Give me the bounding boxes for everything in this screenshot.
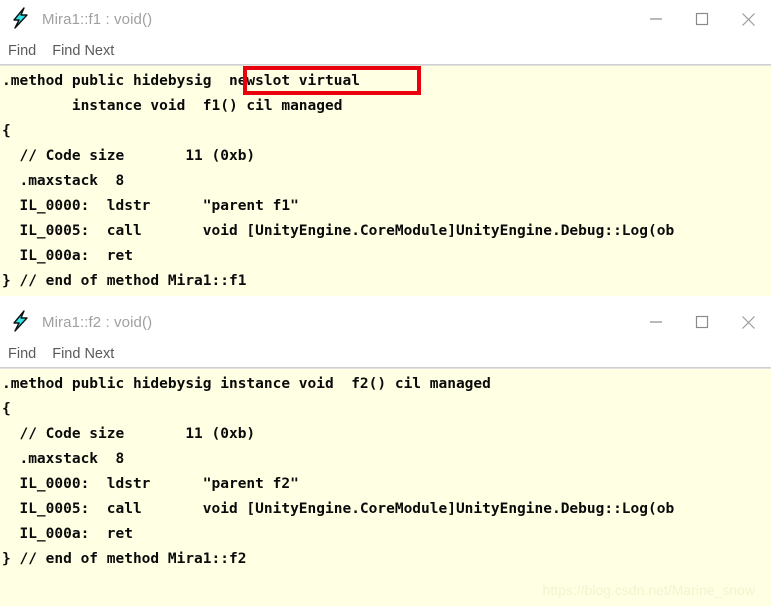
code-line: // Code size 11 (0xb) [2, 148, 256, 164]
code-line: IL_0000: ldstr "parent f2" [2, 476, 299, 492]
lightning-bolt-icon [10, 310, 40, 334]
code-line: IL_0005: call void [UnityEngine.CoreModu… [2, 223, 675, 239]
titlebar-f2[interactable]: Mira1::f2 : void() [0, 303, 771, 341]
code-line: instance void f1() cil managed [2, 98, 343, 114]
code-view-f2[interactable]: .method public hidebysig instance void f… [0, 369, 771, 606]
code-line: IL_0000: ldstr "parent f1" [2, 198, 299, 214]
code-line: IL_000a: ret [2, 248, 133, 264]
menu-item-find-next[interactable]: Find Next [52, 346, 114, 362]
code-view-f1[interactable]: .method public hidebysig newslot virtual… [0, 66, 771, 296]
close-icon[interactable] [725, 303, 771, 341]
code-line: { [2, 401, 11, 417]
ildasm-window-f1: Mira1::f1 : void() Find Find Next .metho… [0, 0, 771, 298]
ildasm-window-f2: Mira1::f2 : void() Find Find Next .metho… [0, 303, 771, 608]
code-line: IL_0005: call void [UnityEngine.CoreModu… [2, 501, 675, 517]
minimize-icon[interactable] [633, 303, 679, 341]
code-line: // Code size 11 (0xb) [2, 426, 256, 442]
code-line: .maxstack 8 [2, 451, 125, 467]
maximize-icon[interactable] [679, 303, 725, 341]
menu-item-find-next[interactable]: Find Next [52, 43, 114, 59]
menu-item-find[interactable]: Find [8, 43, 36, 59]
window-controls-f1 [633, 0, 771, 38]
menubar-f2: Find Find Next [0, 341, 771, 367]
window-title-f2: Mira1::f2 : void() [42, 313, 153, 331]
code-line: } // end of method Mira1::f1 [2, 273, 247, 289]
code-line: { [2, 123, 11, 139]
titlebar-f1[interactable]: Mira1::f1 : void() [0, 0, 771, 38]
code-line: .method public hidebysig newslot virtual [2, 73, 360, 89]
code-line: .maxstack 8 [2, 173, 125, 189]
code-line: } // end of method Mira1::f2 [2, 551, 247, 567]
menubar-f1: Find Find Next [0, 38, 771, 64]
lightning-bolt-icon [10, 7, 40, 31]
window-controls-f2 [633, 303, 771, 341]
minimize-icon[interactable] [633, 0, 679, 38]
menu-item-find[interactable]: Find [8, 346, 36, 362]
watermark: https://blog.csdn.net/Marine_snow [542, 582, 755, 598]
ildasm-dual-window-screenshot: Mira1::f1 : void() Find Find Next .metho… [0, 0, 771, 608]
code-line: IL_000a: ret [2, 526, 133, 542]
window-title-f1: Mira1::f1 : void() [42, 10, 153, 28]
maximize-icon[interactable] [679, 0, 725, 38]
close-icon[interactable] [725, 0, 771, 38]
code-line: .method public hidebysig instance void f… [2, 376, 491, 392]
